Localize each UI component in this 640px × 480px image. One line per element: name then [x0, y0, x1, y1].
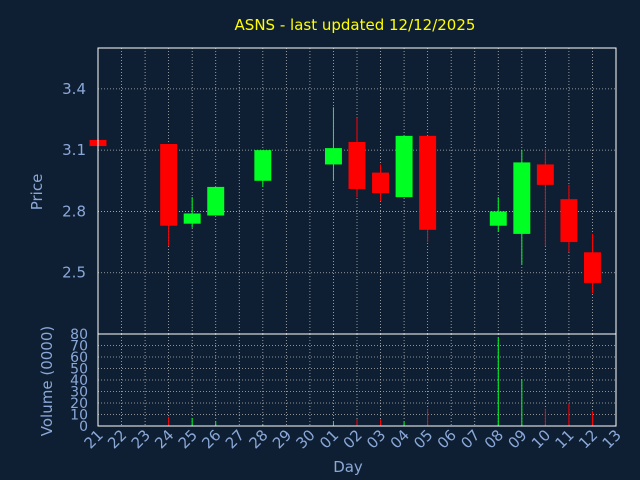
day-tick-label: 07: [457, 426, 483, 452]
day-tick-label: 04: [387, 426, 413, 452]
day-tick-label: 02: [340, 426, 366, 452]
volume-axis-label: Volume (0000): [38, 326, 56, 436]
day-tick-label: 01: [316, 426, 342, 452]
candle-body: [489, 211, 507, 226]
price-tick-label: 3.1: [62, 141, 86, 159]
tick-labels: 2.52.83.13.40102030405060708021222324252…: [62, 80, 625, 452]
day-axis-label: Day: [333, 458, 363, 476]
day-tick-label: 09: [504, 426, 530, 452]
candle-body: [395, 135, 413, 198]
chart-title: ASNS - last updated 12/12/2025: [235, 16, 476, 34]
candle-body: [160, 144, 178, 226]
day-tick-label: 03: [363, 426, 389, 452]
candle-body: [207, 186, 225, 216]
day-tick-label: 28: [245, 426, 271, 452]
candlestick-chart: ASNS - last updated 12/12/2025 Price Vol…: [28, 16, 625, 476]
price-axis-label: Price: [28, 174, 46, 211]
day-tick-label: 27: [222, 426, 248, 452]
price-tick-label: 2.8: [62, 202, 86, 220]
day-tick-label: 08: [481, 426, 507, 452]
day-tick-label: 12: [575, 426, 601, 452]
price-tick-label: 2.5: [62, 264, 86, 282]
price-tick-label: 3.4: [62, 80, 86, 98]
candle-body: [560, 199, 578, 243]
candles: [89, 107, 601, 294]
day-tick-label: 30: [293, 426, 319, 452]
candle-body: [513, 162, 531, 234]
candle-body: [254, 150, 272, 181]
day-tick-label: 11: [552, 426, 578, 452]
candle-body: [536, 164, 554, 185]
day-tick-label: 10: [528, 426, 554, 452]
day-tick-label: 24: [151, 426, 177, 452]
day-tick-label: 29: [269, 426, 295, 452]
day-tick-label: 22: [104, 426, 130, 452]
day-tick-label: 06: [434, 426, 460, 452]
volume-tick-label: 80: [70, 327, 88, 343]
candle-body: [419, 135, 437, 230]
day-tick-label: 23: [128, 426, 154, 452]
candle-body: [324, 148, 342, 165]
day-tick-label: 05: [410, 426, 436, 452]
day-tick-label: 26: [198, 426, 224, 452]
candle-body: [348, 141, 366, 189]
candle-body: [183, 213, 201, 224]
day-tick-label: 13: [599, 426, 625, 452]
candle-body: [583, 252, 601, 283]
day-tick-label: 25: [175, 426, 201, 452]
candle-body: [372, 172, 390, 194]
grid-lines: [97, 48, 617, 427]
